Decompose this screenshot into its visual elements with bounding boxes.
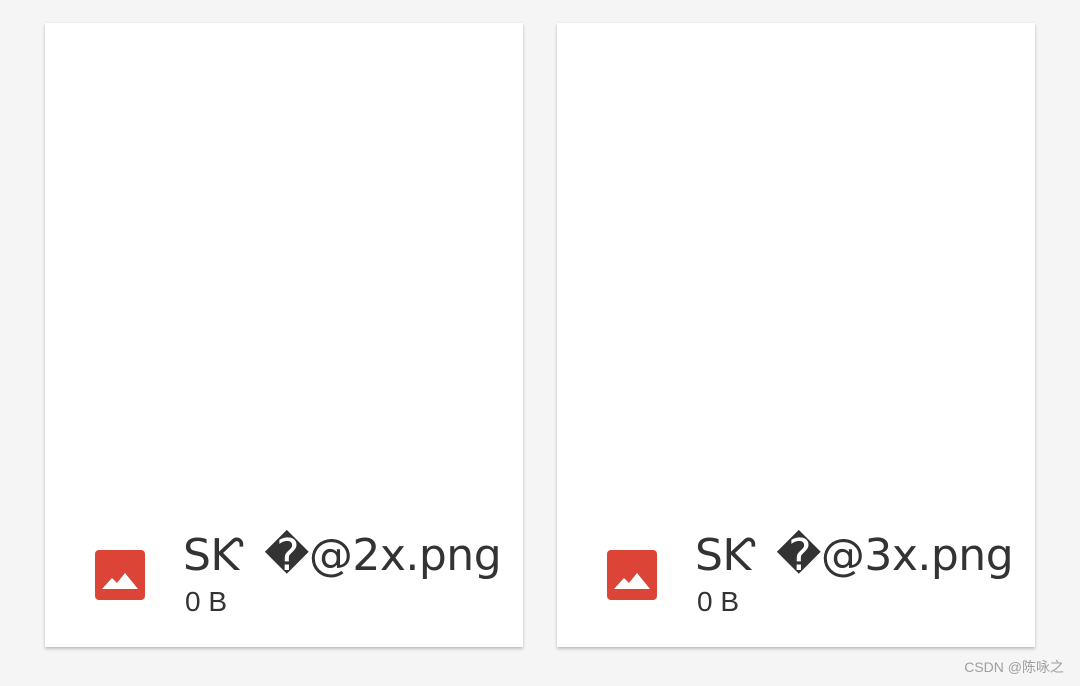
image-file-icon bbox=[95, 550, 145, 600]
file-info: SƘ �@3x.png 0 B bbox=[607, 533, 1015, 625]
image-file-icon bbox=[607, 550, 657, 600]
file-info: SƘ �@2x.png 0 B bbox=[95, 533, 503, 625]
file-size: 0 B bbox=[185, 586, 228, 617]
watermark: CSDN @陈咏之 bbox=[964, 659, 1064, 675]
file-card[interactable]: SƘ �@2x.png 0 B bbox=[45, 23, 523, 647]
file-size: 0 B bbox=[697, 586, 740, 617]
file-name: SƘ �@2x.png bbox=[183, 530, 502, 581]
file-name: SƘ �@3x.png bbox=[695, 530, 1014, 581]
file-card[interactable]: SƘ �@3x.png 0 B bbox=[557, 23, 1035, 647]
